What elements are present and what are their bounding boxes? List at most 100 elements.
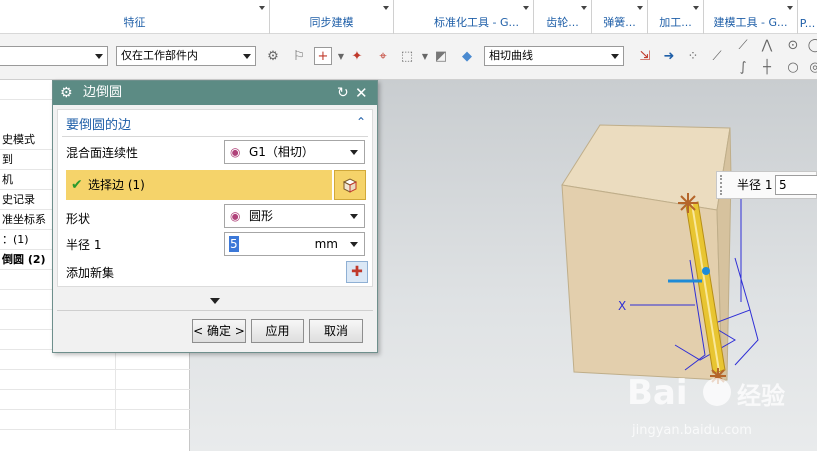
chevron-down-icon: [95, 54, 103, 59]
ribbon-group-modeling-tools[interactable]: 建模工具 - G...: [704, 0, 798, 34]
svg-text:经验: 经验: [737, 382, 785, 410]
follow-fillet-icon[interactable]: ➜: [660, 47, 678, 65]
rectangle-select-icon[interactable]: ⬚: [398, 47, 416, 65]
chevron-down-icon[interactable]: [350, 242, 358, 247]
navigator-row-label: ：(1): [2, 233, 29, 246]
svg-text:jingyan.baidu.com: jingyan.baidu.com: [631, 423, 752, 438]
dialog-title-bar[interactable]: ⚙ 边倒圆 ↻ ✕: [53, 81, 377, 105]
radius-onscreen-label: 半径 1: [737, 178, 773, 192]
section-title[interactable]: 要倒圆的边: [66, 114, 131, 133]
select-edge-button[interactable]: [334, 170, 366, 200]
navigator-row-label: 倒圆 (2): [2, 253, 46, 266]
stop-at-intersection-icon[interactable]: ⇲: [636, 47, 654, 65]
tangent-continuity-icon: ◉: [230, 145, 241, 159]
chevron-down-icon[interactable]: [693, 6, 699, 10]
circle-icon[interactable]: ◯: [806, 36, 817, 54]
continuity-value: G1（相切）: [249, 145, 314, 159]
ok-button[interactable]: < 确定 >: [192, 319, 246, 343]
ribbon-group-label: 建模工具 - G...: [713, 16, 788, 29]
radius-onscreen-field[interactable]: 5: [775, 175, 817, 195]
target-icon[interactable]: ◎: [806, 58, 817, 76]
x-axis-label: X: [618, 299, 626, 313]
chevron-down-icon: [611, 54, 619, 59]
snap-settings-icon[interactable]: ⚙: [264, 47, 282, 65]
navigator-row-label: 到: [2, 153, 13, 166]
ribbon-group-machining[interactable]: 加工...: [648, 0, 704, 34]
radius-input[interactable]: 5 mm: [224, 232, 365, 256]
shape-label: 形状: [66, 212, 91, 226]
cancel-button[interactable]: 取消: [309, 319, 363, 343]
cross-icon[interactable]: ┼: [758, 58, 776, 76]
ribbon-group-standard-tools[interactable]: 标准化工具 - G...: [394, 0, 534, 34]
ribbon-group-more[interactable]: P...: [798, 0, 817, 34]
face-select-icon[interactable]: ◩: [432, 47, 450, 65]
chevron-down-icon[interactable]: [523, 6, 529, 10]
ribbon-group-spring[interactable]: 弹簧...: [592, 0, 648, 34]
radius-label: 半径 1: [66, 238, 102, 252]
radius-value[interactable]: 5: [229, 236, 239, 252]
navigator-row-label: 史模式: [2, 133, 35, 146]
selection-scope-value: 仅在工作部件内: [121, 49, 198, 62]
baidu-jingyan-watermark: Bai 经验 jingyan.baidu.com: [627, 373, 785, 438]
add-selection-icon[interactable]: +: [314, 47, 332, 65]
gear-icon[interactable]: ⚙: [60, 85, 76, 101]
select-edge-label: 选择边 (1): [88, 178, 145, 192]
curve-rule-select[interactable]: 相切曲线: [484, 46, 624, 66]
radius-drag-point[interactable]: [702, 267, 710, 275]
ribbon-group-label: 标准化工具 - G...: [434, 16, 519, 29]
chevron-down-icon[interactable]: [637, 6, 643, 10]
circle-outline-icon[interactable]: ○: [784, 58, 802, 76]
selection-intent-icon[interactable]: ✦: [348, 47, 366, 65]
shape-value: 圆形: [249, 209, 274, 223]
curve-rule-value: 相切曲线: [489, 49, 533, 62]
polyline-icon[interactable]: ⋀: [758, 36, 776, 54]
section-divider: [62, 136, 368, 137]
cube-select-icon: [342, 178, 358, 193]
ribbon-group-label: 加工...: [659, 16, 692, 29]
chevron-down-icon: [243, 54, 251, 59]
line-icon[interactable]: ⟋: [734, 36, 752, 54]
edge-handle-top[interactable]: [678, 193, 698, 213]
add-set-label: 添加新集: [66, 266, 115, 280]
line-icon[interactable]: ⟋: [708, 47, 726, 65]
add-new-set-button[interactable]: ✚: [346, 261, 368, 283]
chevron-down-icon[interactable]: [259, 6, 265, 10]
point-snap-icon[interactable]: ⌖: [374, 47, 392, 65]
navigator-row[interactable]: [0, 390, 190, 410]
drag-grip-icon[interactable]: [720, 175, 726, 195]
select-edge-row[interactable]: ✔ 选择边 (1): [66, 170, 332, 200]
shape-select[interactable]: ◉ 圆形: [224, 204, 365, 228]
navigator-row[interactable]: [0, 370, 190, 390]
close-icon[interactable]: ✕: [355, 84, 371, 102]
edges-to-blend-section: 要倒圆的边 ⌃ 混合面连续性 ◉ G1（相切） ✔ 选择边 (1) 形状 ◉ 圆…: [57, 109, 373, 287]
ribbon-group-sync-modeling[interactable]: 同步建模: [270, 0, 394, 34]
chevron-down-icon: [350, 150, 358, 155]
dots-pattern-icon[interactable]: ⁘: [684, 47, 702, 65]
navigator-row-label: 机: [2, 173, 13, 186]
ribbon-group-gear[interactable]: 齿轮...: [534, 0, 592, 34]
continuity-select[interactable]: ◉ G1（相切）: [224, 140, 365, 164]
type-filter-select[interactable]: [0, 46, 108, 66]
selection-scope-select[interactable]: 仅在工作部件内: [116, 46, 256, 66]
expand-more-icon[interactable]: [210, 298, 220, 304]
circle-icon[interactable]: ⊙: [784, 36, 802, 54]
filter-icon[interactable]: ⚐: [290, 47, 308, 65]
navigator-row[interactable]: [0, 350, 190, 370]
apply-button[interactable]: 应用: [251, 319, 304, 343]
navigator-row-label: 史记录: [2, 193, 35, 206]
reset-icon[interactable]: ↻: [337, 84, 353, 102]
circular-shape-icon: ◉: [230, 209, 241, 223]
ribbon-group-feature[interactable]: 特征: [0, 0, 270, 34]
collapse-icon[interactable]: ⌃: [356, 115, 366, 129]
navigator-row[interactable]: [0, 410, 190, 430]
chevron-down-icon[interactable]: [787, 6, 793, 10]
continuity-label: 混合面连续性: [66, 146, 139, 160]
chevron-down-icon[interactable]: [383, 6, 389, 10]
body-select-icon[interactable]: ◆: [458, 47, 476, 65]
chevron-down-icon[interactable]: [581, 6, 587, 10]
curve-icon[interactable]: ∫: [734, 58, 752, 76]
ribbon-group-label: 同步建模: [309, 16, 354, 29]
navigator-row-label: 准坐标系: [2, 213, 46, 226]
selection-toolbar: 仅在工作部件内 ⚙ ⚐ + ▼ ✦ ⌖ ⬚ ▼ ◩ ◆ 相切曲线 ⇲ ➜ ⁘ ⟋…: [0, 34, 817, 80]
check-icon: ✔: [71, 177, 83, 193]
